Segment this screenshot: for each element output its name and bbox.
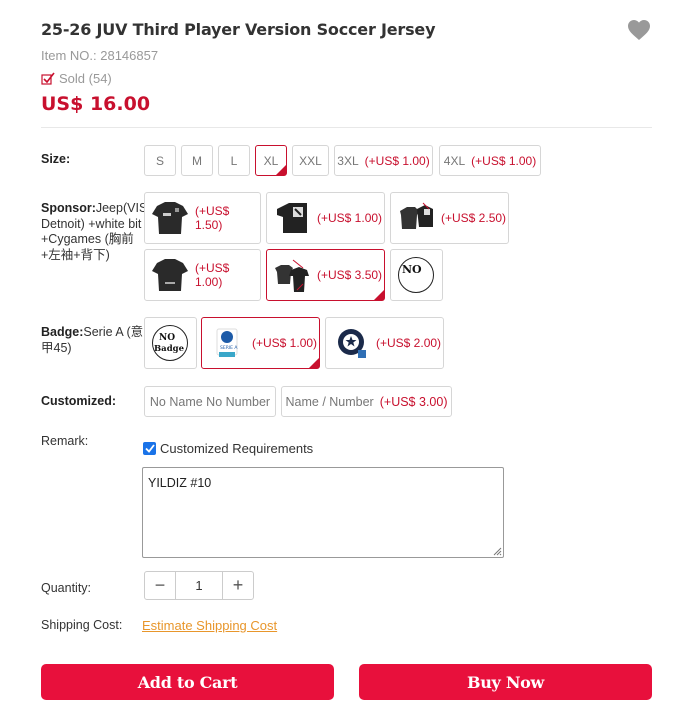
heart-icon[interactable]: [627, 19, 651, 41]
sponsor-option-4[interactable]: (+US$ 1.00): [144, 249, 261, 301]
badge-option-champions[interactable]: (+US$ 2.00): [325, 317, 444, 369]
svg-text:NO: NO: [402, 263, 422, 276]
customized-requirements-checkbox[interactable]: [143, 442, 156, 455]
size-option-m[interactable]: M: [181, 145, 213, 176]
sponsor-label: Sponsor:Jeep(VISIT Detnoit) +white bit +…: [41, 201, 159, 262]
buy-now-button[interactable]: Buy Now: [359, 664, 652, 700]
svg-text:NO: NO: [159, 333, 175, 343]
jersey-front-image: [152, 202, 188, 234]
remark-textarea[interactable]: YILDIZ #10: [142, 467, 504, 558]
size-option-xxl[interactable]: XXL: [292, 145, 329, 176]
item-number: Item NO.: 28146857: [41, 48, 159, 63]
customized-label: Customized:: [41, 394, 116, 408]
badge-label: Badge:Serie A (意甲45): [41, 325, 144, 355]
size-option-s[interactable]: S: [144, 145, 176, 176]
serie-a-badge-image: SERIE A: [216, 328, 238, 357]
customized-option-none[interactable]: No Name No Number: [144, 386, 276, 417]
jersey-back-image: [152, 259, 188, 291]
quantity-stepper: − 1 +: [144, 571, 254, 600]
size-label: Size:: [41, 152, 71, 166]
divider: [41, 127, 652, 128]
size-option-4xl[interactable]: 4XL (+US$ 1.00): [439, 145, 541, 176]
svg-text:SERIE A: SERIE A: [220, 345, 238, 351]
quantity-label: Quantity:: [41, 581, 92, 595]
sold-text: Sold (54): [59, 71, 112, 86]
customized-option-name-number[interactable]: Name / Number (+US$ 3.00): [281, 386, 452, 417]
no-sponsor-image: NO: [398, 257, 434, 293]
quantity-decrease-button[interactable]: −: [145, 572, 175, 599]
checkmark-icon: [144, 444, 155, 453]
size-option-l[interactable]: L: [218, 145, 250, 176]
no-badge-image: NO Badge: [152, 325, 188, 361]
product-title: 25-26 JUV Third Player Version Soccer Je…: [41, 20, 436, 39]
champions-badge-image: [338, 329, 366, 358]
sponsor-option-3[interactable]: (+US$ 2.50): [390, 192, 509, 244]
jersey-combo-image: [400, 202, 433, 229]
sponsor-option-2[interactable]: (+US$ 1.00): [266, 192, 385, 244]
estimate-shipping-link[interactable]: Estimate Shipping Cost: [142, 618, 277, 633]
customized-requirements-label[interactable]: Customized Requirements: [160, 441, 313, 456]
remark-label: Remark:: [41, 434, 89, 448]
size-option-3xl[interactable]: 3XL (+US$ 1.00): [334, 145, 433, 176]
svg-text:Badge: Badge: [154, 344, 185, 354]
add-to-cart-button[interactable]: Add to Cart: [41, 664, 334, 700]
badge-option-none[interactable]: NO Badge: [144, 317, 197, 369]
sponsor-option-5[interactable]: (+US$ 3.50): [266, 249, 385, 301]
sold-count: Sold (54): [41, 71, 112, 86]
badge-option-serie-a[interactable]: SERIE A (+US$ 1.00): [201, 317, 320, 369]
quantity-increase-button[interactable]: +: [223, 572, 253, 599]
quantity-input[interactable]: 1: [175, 572, 223, 599]
sponsor-option-none[interactable]: NO: [390, 249, 443, 301]
jersey-set-image: [275, 259, 309, 292]
shipping-cost-label: Shipping Cost:: [41, 618, 123, 632]
check-box-icon: [41, 72, 55, 85]
resize-grip-icon[interactable]: [492, 546, 502, 556]
sponsor-option-1[interactable]: (+US$ 1.50): [144, 192, 261, 244]
size-option-xl[interactable]: XL: [255, 145, 287, 176]
jersey-sleeve-image: [277, 203, 307, 233]
price: US$ 16.00: [41, 93, 151, 115]
